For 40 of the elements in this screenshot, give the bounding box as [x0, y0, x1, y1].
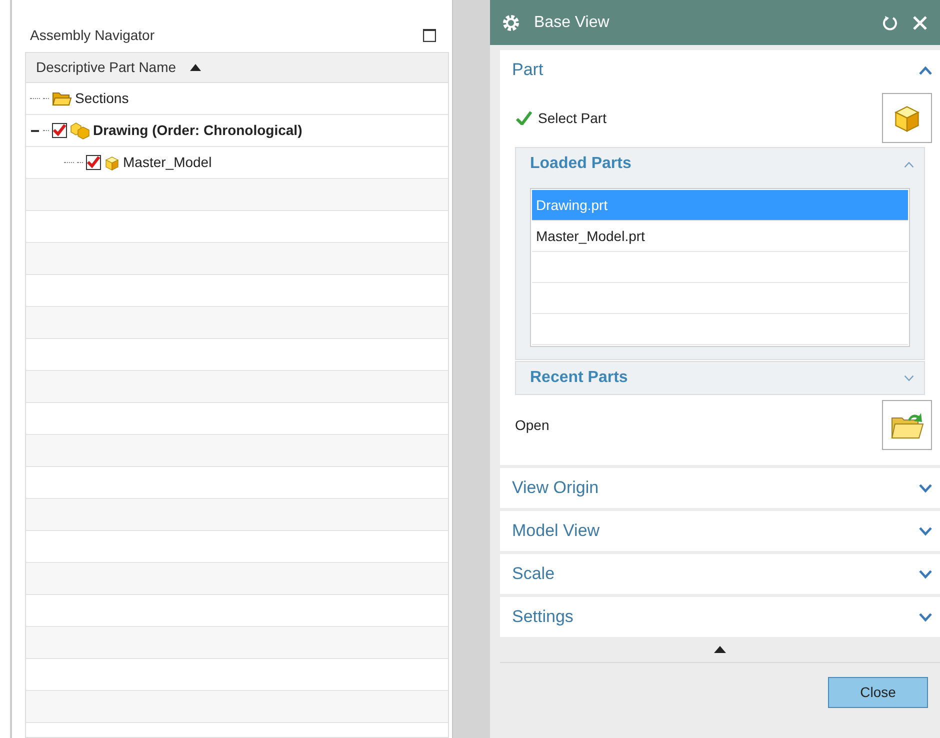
checkbox[interactable]	[86, 155, 101, 170]
close-button[interactable]: Close	[828, 677, 928, 708]
sort-up-icon[interactable]	[190, 64, 202, 71]
section-header[interactable]: Model View	[500, 511, 940, 551]
checkbox[interactable]	[52, 123, 67, 138]
tree-item-label[interactable]: Drawing (Order: Chronological)	[93, 120, 302, 141]
collapse-up-icon[interactable]	[714, 646, 726, 653]
group-header[interactable]: Loaded Parts	[516, 148, 924, 180]
group-header[interactable]: Recent Parts	[516, 362, 924, 394]
chevron-up-icon[interactable]	[919, 66, 932, 74]
panel-title: Assembly Navigator	[30, 26, 154, 45]
chevron-down-icon[interactable]	[919, 484, 932, 492]
select-label: Select Part	[538, 108, 606, 128]
section-header[interactable]: Part	[500, 50, 940, 90]
chevron-up-icon[interactable]	[904, 160, 914, 168]
section-header[interactable]: Scale	[500, 554, 940, 594]
reset-icon[interactable]	[882, 14, 898, 30]
chevron-down-icon[interactable]	[919, 526, 932, 536]
open-button[interactable]	[882, 400, 932, 450]
column-header[interactable]: Descriptive Part Name	[26, 53, 448, 83]
list-item[interactable]: Master_Model.prt	[532, 221, 908, 252]
tree-item-label[interactable]: Master_Model	[123, 152, 212, 173]
select-part-button[interactable]	[882, 93, 932, 143]
section-header[interactable]: View Origin	[500, 468, 940, 508]
close-icon[interactable]	[912, 14, 928, 30]
chevron-down-icon[interactable]	[904, 374, 914, 382]
list-item[interactable]: Drawing.prt	[532, 190, 908, 221]
chevron-down-icon[interactable]	[919, 570, 932, 578]
chevron-down-icon[interactable]	[919, 612, 932, 622]
tree-item-label[interactable]: Sections	[75, 88, 129, 109]
section-header[interactable]: Settings	[500, 597, 940, 637]
cube-icon	[892, 103, 922, 133]
folder-icon	[52, 90, 72, 106]
check-icon	[516, 111, 532, 125]
cube-icon	[104, 154, 120, 170]
maximize-icon[interactable]	[423, 28, 436, 42]
cubes-icon	[70, 122, 90, 140]
dialog-title: Base View	[534, 12, 610, 32]
open-label: Open	[515, 416, 550, 435]
settings-icon[interactable]	[502, 14, 520, 32]
